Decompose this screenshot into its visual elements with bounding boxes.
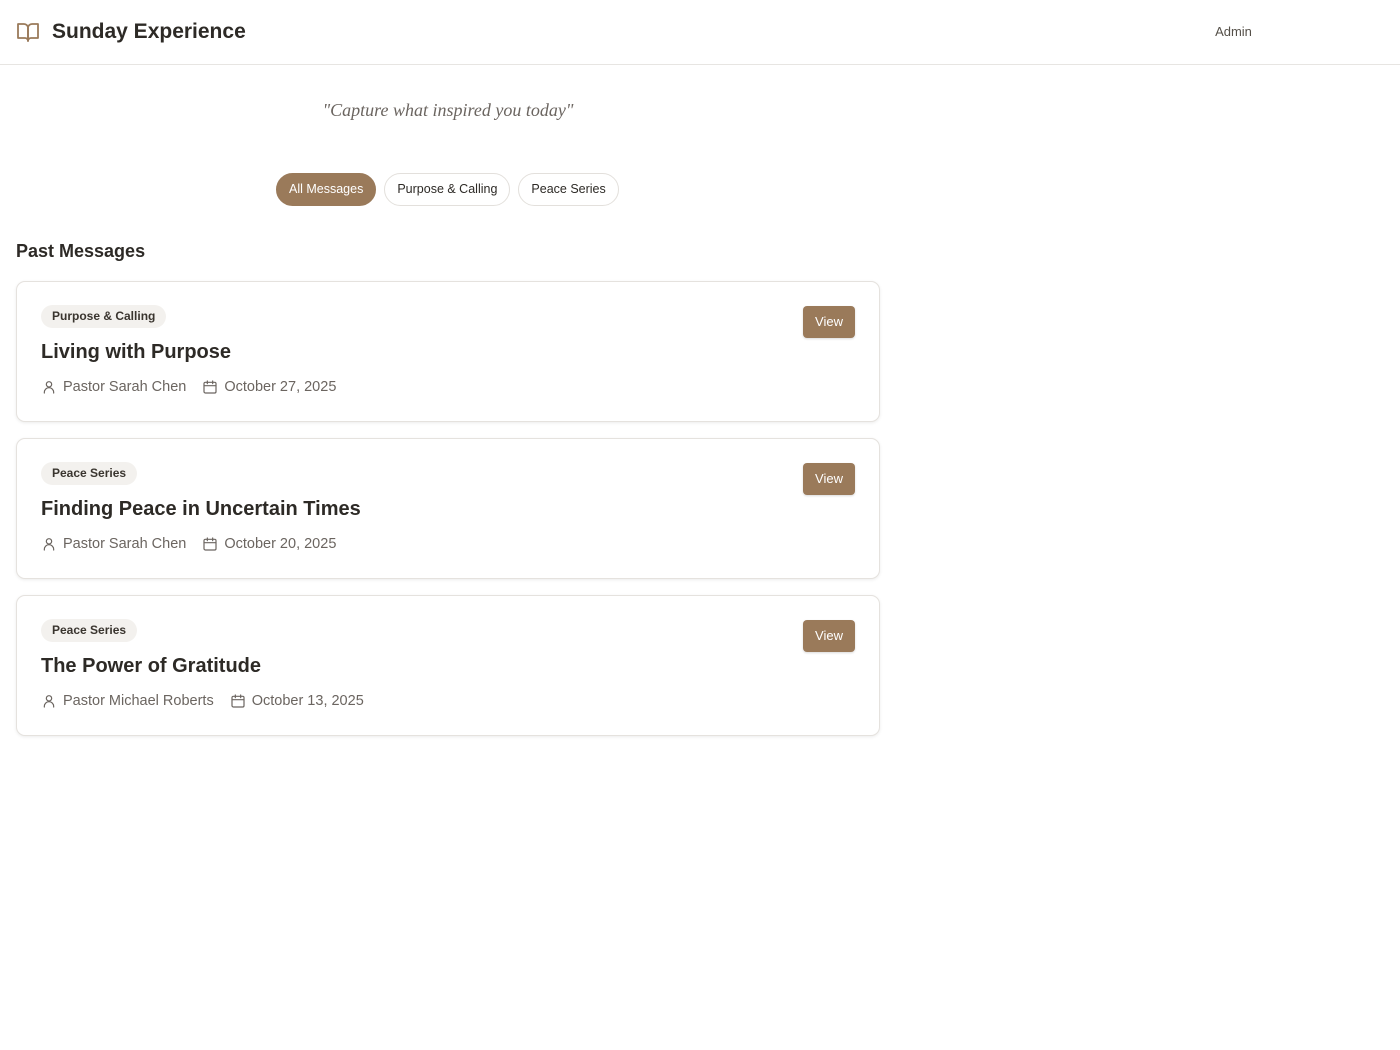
user-icon xyxy=(43,695,55,708)
message-card: Purpose & Calling Living with Purpose Pa… xyxy=(16,281,880,422)
app-title: Sunday Experience xyxy=(52,20,246,43)
series-badge: Peace Series xyxy=(41,619,138,642)
message-title: Living with Purpose xyxy=(41,341,232,363)
app-header: Sunday Experience Admin xyxy=(0,0,1400,65)
speaker-name: Pastor Michael Roberts xyxy=(63,693,214,709)
message-card: Peace Series Finding Peace in Uncertain … xyxy=(16,438,880,579)
user-icon xyxy=(43,381,55,394)
message-meta: Pastor Sarah Chen October 27, 2025 xyxy=(41,376,336,398)
view-button[interactable]: View xyxy=(803,463,855,495)
book-open-icon xyxy=(17,23,39,42)
series-badge: Peace Series xyxy=(41,462,138,485)
message-date: October 27, 2025 xyxy=(224,379,337,395)
calendar-icon xyxy=(203,380,217,394)
message-meta: Pastor Sarah Chen October 20, 2025 xyxy=(41,533,336,555)
tagline: "Capture what inspired you today" xyxy=(322,100,574,120)
series-badge: Purpose & Calling xyxy=(41,305,167,328)
admin-link[interactable]: Admin xyxy=(1200,22,1267,42)
message-meta: Pastor Michael Roberts October 13, 2025 xyxy=(41,690,364,712)
filter-purpose-calling[interactable]: Purpose & Calling xyxy=(384,173,511,206)
calendar-icon xyxy=(231,694,245,708)
message-card: Peace Series The Power of Gratitude Past… xyxy=(16,595,880,736)
calendar-icon xyxy=(203,537,217,551)
filter-all-messages[interactable]: All Messages xyxy=(276,173,377,206)
speaker-name: Pastor Sarah Chen xyxy=(63,536,187,552)
view-button[interactable]: View xyxy=(803,620,855,652)
message-title: The Power of Gratitude xyxy=(41,655,262,677)
filter-bar: All Messages Purpose & Calling Peace Ser… xyxy=(276,173,619,206)
speaker-name: Pastor Sarah Chen xyxy=(63,379,187,395)
view-button[interactable]: View xyxy=(803,306,855,338)
message-date: October 13, 2025 xyxy=(251,693,364,709)
filter-peace-series[interactable]: Peace Series xyxy=(518,173,619,206)
message-title: Finding Peace in Uncertain Times xyxy=(41,498,361,520)
user-icon xyxy=(43,538,55,551)
message-date: October 20, 2025 xyxy=(224,536,337,552)
section-title: Past Messages xyxy=(16,241,146,261)
